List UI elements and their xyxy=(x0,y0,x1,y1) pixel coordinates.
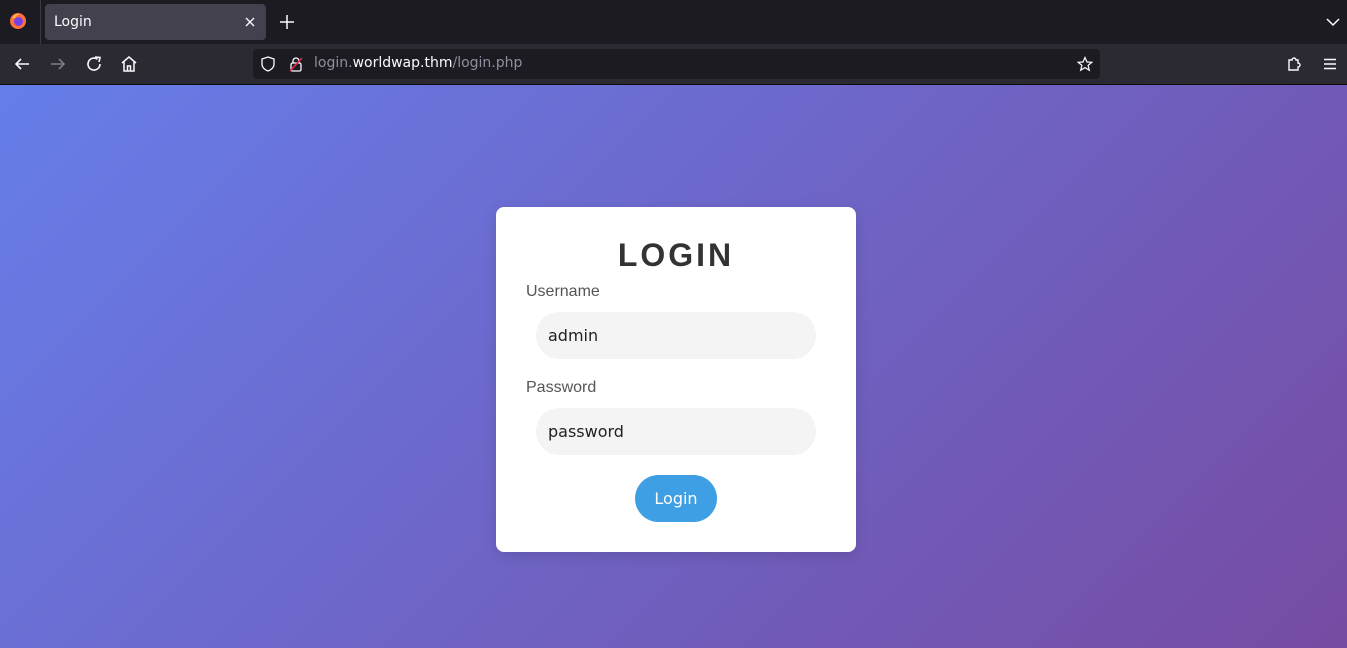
url-path: /login.php xyxy=(452,55,523,71)
active-tab[interactable]: Login xyxy=(45,4,266,40)
puzzle-icon[interactable] xyxy=(1285,55,1303,73)
tab-separator xyxy=(40,0,41,44)
password-label: Password xyxy=(526,379,597,396)
star-icon[interactable] xyxy=(1077,56,1093,72)
navigation-toolbar: login.worldwap.thm/login.php xyxy=(0,44,1347,85)
hamburger-menu-icon[interactable] xyxy=(1321,55,1339,73)
login-card: LOGIN Username Password Login xyxy=(496,207,856,552)
firefox-logo-icon[interactable] xyxy=(9,12,27,30)
login-button[interactable]: Login xyxy=(635,475,717,522)
password-input[interactable] xyxy=(536,408,816,455)
close-icon[interactable] xyxy=(242,14,258,30)
chevron-down-icon[interactable] xyxy=(1325,14,1341,30)
tab-title: Login xyxy=(54,14,92,30)
reload-icon[interactable] xyxy=(85,55,103,73)
shield-icon[interactable] xyxy=(260,56,276,72)
address-bar[interactable]: login.worldwap.thm/login.php xyxy=(253,49,1100,79)
username-input[interactable] xyxy=(536,312,816,359)
home-icon[interactable] xyxy=(120,55,138,73)
url-text[interactable]: login.worldwap.thm/login.php xyxy=(314,55,522,71)
username-label: Username xyxy=(526,283,600,300)
url-domain: worldwap.thm xyxy=(352,55,453,71)
tab-strip: Login xyxy=(0,0,1347,44)
url-subdomain: login. xyxy=(314,55,353,71)
back-arrow-icon[interactable] xyxy=(13,55,31,73)
login-title: LOGIN xyxy=(617,237,735,273)
page-viewport: LOGIN Username Password Login xyxy=(0,85,1347,648)
forward-arrow-icon[interactable] xyxy=(49,55,67,73)
plus-icon[interactable] xyxy=(278,13,296,31)
insecure-lock-icon[interactable] xyxy=(288,56,304,72)
